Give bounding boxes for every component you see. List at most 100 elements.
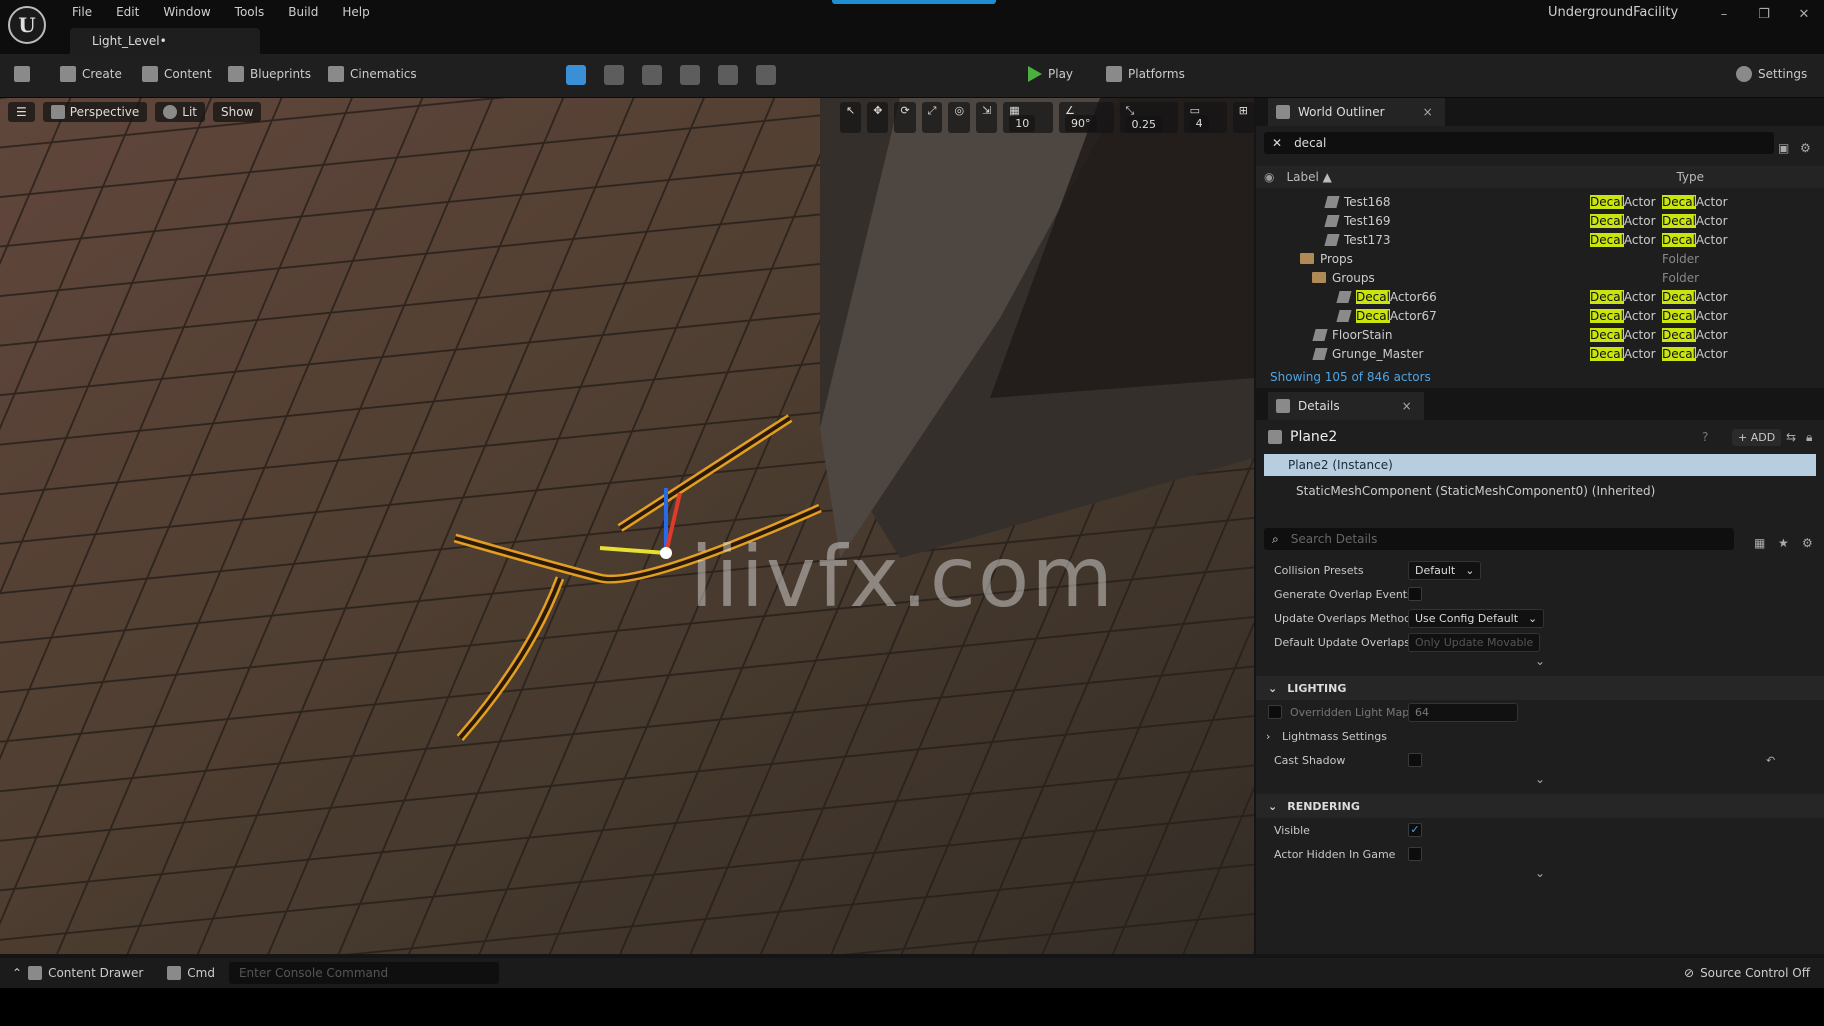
outliner-search-input[interactable]: decal: [1294, 136, 1326, 150]
level-viewport[interactable]: ☰ Perspective Lit Show ↖ ✥ ⟳ ⤢ ◎ ⇲ ▦ 10 …: [0, 98, 1254, 954]
level-tab[interactable]: Light_Level•: [70, 28, 260, 54]
platforms-button[interactable]: Platforms: [1106, 66, 1185, 82]
expand-advanced-icon[interactable]: ⌄: [1256, 866, 1824, 888]
outliner-row[interactable]: DecalActor67 DecalActor DecalActor: [1256, 306, 1824, 325]
menu-edit[interactable]: Edit: [104, 2, 151, 22]
maximize-button[interactable]: ❐: [1744, 0, 1784, 30]
cinematics-button[interactable]: Cinematics: [328, 66, 417, 82]
add-folder-icon[interactable]: ▣: [1778, 141, 1789, 155]
content-drawer-button[interactable]: ⌃ Content Drawer: [12, 966, 143, 980]
item-class-text: Folder: [1662, 251, 1700, 266]
item-class: DecalActor: [1662, 289, 1728, 304]
outliner-row[interactable]: Groups Folder: [1256, 268, 1824, 287]
expand-advanced-icon[interactable]: ⌄: [1256, 654, 1824, 676]
eye-icon[interactable]: ◉: [1264, 170, 1274, 184]
close-icon[interactable]: ×: [1402, 392, 1412, 420]
menu-tools[interactable]: Tools: [223, 2, 277, 22]
landscape-mode-icon[interactable]: [604, 65, 624, 85]
outliner-tab[interactable]: World Outliner ×: [1268, 98, 1445, 126]
outliner-row[interactable]: Test173 DecalActor DecalActor: [1256, 230, 1824, 249]
lit-button[interactable]: Lit: [155, 102, 205, 122]
outliner-row[interactable]: Test169 DecalActor DecalActor: [1256, 211, 1824, 230]
unreal-logo-icon[interactable]: U: [8, 6, 46, 44]
select-icon[interactable]: ↖: [840, 102, 862, 133]
source-control-button[interactable]: ⊘ Source Control Off: [1684, 966, 1810, 980]
collision-presets-dropdown[interactable]: Default ⌄: [1408, 560, 1482, 580]
item-class: Folder: [1662, 252, 1699, 266]
instance-row[interactable]: Plane2 (Instance): [1264, 454, 1816, 476]
outliner-row[interactable]: DecalActor66 DecalActor DecalActor: [1256, 287, 1824, 306]
star-icon[interactable]: ★: [1778, 536, 1789, 550]
details-settings-icon[interactable]: ⚙: [1802, 536, 1813, 550]
menu-help[interactable]: Help: [330, 2, 381, 22]
scale-snap-value: 0.25: [1125, 116, 1162, 133]
outliner-row[interactable]: FloorStain DecalActor DecalActor: [1256, 325, 1824, 344]
lightmass-row[interactable]: › Lightmass Settings: [1256, 724, 1824, 748]
generate-overlap-checkbox[interactable]: [1408, 587, 1422, 601]
item-name-text: Actor66: [1389, 289, 1437, 304]
save-icon[interactable]: [14, 66, 30, 82]
viewport-menu-button[interactable]: ☰: [8, 102, 35, 122]
details-search-input[interactable]: Search Details: [1291, 532, 1378, 546]
close-button[interactable]: ✕: [1784, 0, 1824, 30]
lighting-category[interactable]: ⌄ LIGHTING: [1256, 676, 1824, 700]
outliner-row[interactable]: Test168 DecalActor DecalActor: [1256, 192, 1824, 211]
modeling-mode-icon[interactable]: [756, 65, 776, 85]
component-row[interactable]: StaticMeshComponent (StaticMeshComponent…: [1256, 476, 1824, 506]
translate-icon[interactable]: ✥: [867, 102, 889, 133]
rotation-snap-button[interactable]: ∠ 90°: [1059, 102, 1114, 133]
help-icon[interactable]: ?: [1702, 430, 1708, 444]
rendering-category[interactable]: ⌄ RENDERING: [1256, 794, 1824, 818]
close-icon[interactable]: ×: [1423, 98, 1433, 126]
column-type[interactable]: Type: [1676, 170, 1704, 184]
grid-snap-button[interactable]: ▦ 10: [1003, 102, 1054, 133]
menu-window[interactable]: Window: [151, 2, 222, 22]
fracture-mode-icon[interactable]: [718, 65, 738, 85]
surface-snap-icon[interactable]: ⇲: [976, 102, 998, 133]
outliner-settings-icon[interactable]: ⚙: [1800, 141, 1811, 155]
scale-icon[interactable]: ⤢: [921, 102, 943, 133]
outliner-row[interactable]: Props Folder: [1256, 249, 1824, 268]
cast-shadow-checkbox[interactable]: [1408, 753, 1422, 767]
scale-snap-button[interactable]: ⤡ 0.25: [1119, 102, 1178, 133]
visible-checkbox[interactable]: ✓: [1408, 823, 1422, 837]
rotate-icon[interactable]: ⟳: [894, 102, 916, 133]
play-button[interactable]: Play: [1028, 66, 1073, 82]
outliner-search[interactable]: ✕ decal: [1264, 132, 1774, 154]
select-mode-icon[interactable]: [566, 65, 586, 85]
maximize-viewport-icon[interactable]: ⊞: [1232, 102, 1254, 133]
world-local-icon[interactable]: ◎: [948, 102, 971, 133]
menu-build[interactable]: Build: [276, 2, 330, 22]
content-button[interactable]: Content: [142, 66, 212, 82]
hidden-in-game-checkbox[interactable]: [1408, 847, 1422, 861]
blueprints-button[interactable]: Blueprints: [228, 66, 311, 82]
update-overlaps-dropdown[interactable]: Use Config Default ⌄: [1408, 608, 1545, 628]
expand-advanced-icon[interactable]: ⌄: [1256, 772, 1824, 794]
settings-button[interactable]: Settings: [1736, 66, 1807, 82]
column-label[interactable]: Label ▲: [1286, 170, 1331, 184]
cmd-button[interactable]: Cmd: [167, 966, 215, 980]
outliner-row[interactable]: Grunge_Master DecalActor DecalActor: [1256, 344, 1824, 363]
reset-icon[interactable]: ↶: [1766, 754, 1775, 767]
minimize-button[interactable]: –: [1704, 0, 1744, 30]
lock-icon[interactable]: 🔒︎: [1806, 430, 1812, 445]
actor-count: Showing 105 of 846 actors: [1270, 370, 1431, 384]
console-input[interactable]: Enter Console Command: [228, 962, 499, 984]
content-label: Content: [164, 67, 212, 81]
create-button[interactable]: Create: [60, 66, 122, 82]
show-button[interactable]: Show: [213, 102, 262, 122]
foliage-mode-icon[interactable]: [642, 65, 662, 85]
details-search[interactable]: ⌕ Search Details: [1264, 528, 1734, 550]
add-component-button[interactable]: + ADD: [1732, 428, 1782, 446]
blueprint-icon[interactable]: ⇆: [1786, 430, 1796, 444]
camera-speed-button[interactable]: ▭ 4: [1183, 102, 1227, 133]
table-view-icon[interactable]: ▦: [1754, 536, 1765, 550]
perspective-button[interactable]: Perspective: [42, 102, 148, 122]
details-tab[interactable]: Details ×: [1268, 392, 1424, 420]
cast-shadow-label: Cast Shadow: [1274, 753, 1346, 767]
override-lightmap-checkbox[interactable]: [1268, 705, 1282, 719]
mesh-paint-mode-icon[interactable]: [680, 65, 700, 85]
clear-search-icon[interactable]: ✕: [1272, 136, 1282, 150]
cinematics-label: Cinematics: [350, 67, 417, 81]
menu-file[interactable]: File: [60, 2, 104, 22]
